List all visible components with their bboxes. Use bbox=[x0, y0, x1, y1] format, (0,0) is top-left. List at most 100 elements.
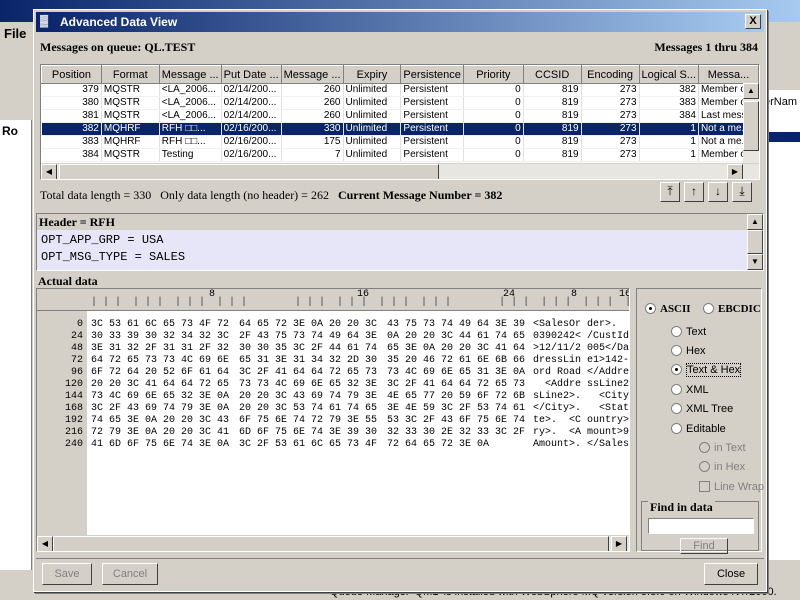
hex-bytes: 53 3C 2F 43 6F 75 6E 74 bbox=[387, 415, 526, 426]
table-row[interactable]: 380 MQSTR <LA_2006... 02/14/200... 260 Unlimi… bbox=[41, 96, 759, 110]
edit-in-text-label: in Text bbox=[714, 442, 746, 454]
table-cell: Persistent bbox=[400, 83, 464, 97]
ascii-text: ry>. <A mount>90 bbox=[533, 427, 630, 438]
header-scroll-down-icon[interactable]: ▼ bbox=[747, 254, 763, 270]
ascii-text: Amount>. </SalesO bbox=[533, 439, 630, 450]
column-header[interactable]: Position bbox=[41, 65, 102, 84]
down-arrow-icon: ↓ bbox=[715, 184, 721, 198]
table-cell: 273 bbox=[581, 122, 640, 136]
save-button[interactable]: Save bbox=[42, 563, 92, 585]
column-header[interactable]: Expiry bbox=[342, 65, 402, 84]
scroll-left-arrow-icon[interactable]: ◀ bbox=[41, 164, 57, 179]
queue-header: Messages on queue: QL.TEST Messages 1 th… bbox=[40, 40, 760, 56]
data-horizontal-scrollbar[interactable]: ◀ ▶ bbox=[37, 535, 629, 551]
hex-bytes: 74 65 3E 0A 20 20 3C 43 bbox=[91, 415, 230, 426]
next-message-button[interactable]: ↓ bbox=[708, 182, 728, 202]
hex-bytes: 32 33 30 2E 32 33 3C 2F bbox=[387, 427, 526, 438]
column-header[interactable]: Logical S... bbox=[638, 65, 699, 84]
table-cell: <LA_2006... bbox=[159, 96, 222, 110]
header-vertical-scrollbar[interactable]: ▲ ▼ bbox=[747, 214, 763, 270]
table-cell: <LA_2006... bbox=[159, 83, 222, 97]
table-row[interactable]: 379 MQSTR <LA_2006... 02/14/200... 260 Unlimi… bbox=[41, 83, 759, 97]
view-hex-radio[interactable]: Hex bbox=[671, 345, 706, 357]
messages-range: Messages 1 thru 384 bbox=[654, 40, 758, 54]
hex-bytes: 3E 4E 59 3C 2F 53 74 61 bbox=[387, 403, 526, 414]
table-cell: 02/14/200... bbox=[221, 83, 282, 97]
current-message-number: Current Message Number = 382 bbox=[337, 188, 503, 202]
edit-in-hex-radio[interactable]: in Hex bbox=[699, 461, 745, 473]
hex-bytes: 20 20 3C 41 64 64 72 65 bbox=[91, 379, 230, 390]
table-cell: 0 bbox=[463, 135, 524, 149]
last-arrow-icon: ⤓ bbox=[739, 184, 745, 198]
offset-label: 216 bbox=[64, 427, 83, 438]
messages-table: Position Format Message ... Put Date ... Mes… bbox=[40, 64, 760, 180]
table-cell: 0 bbox=[463, 122, 524, 136]
column-header[interactable]: Messa... bbox=[697, 65, 759, 84]
offset-label: 192 bbox=[64, 415, 83, 426]
table-cell: MQHRF bbox=[101, 135, 160, 149]
table-vertical-scrollbar[interactable]: ▲ bbox=[743, 83, 759, 163]
view-text-radio[interactable]: Text bbox=[671, 326, 706, 338]
hex-bytes: 30 30 35 3C 2F 44 61 74 bbox=[239, 343, 378, 354]
edit-in-text-radio[interactable]: in Text bbox=[699, 442, 746, 454]
column-header[interactable]: Format bbox=[100, 65, 160, 84]
close-window-button[interactable]: X bbox=[745, 14, 761, 29]
table-row[interactable]: 384 MQSTR Testing 02/16/200... 7 Unlimited Per… bbox=[41, 148, 759, 162]
view-xml-tree-radio[interactable]: XML Tree bbox=[671, 403, 733, 415]
column-header[interactable]: Priority bbox=[462, 65, 524, 84]
header-vscroll-thumb[interactable] bbox=[747, 230, 763, 254]
data-scroll-right-icon[interactable]: ▶ bbox=[611, 536, 627, 551]
cancel-button[interactable]: Cancel bbox=[102, 563, 158, 585]
ascii-radio[interactable]: ASCII bbox=[645, 303, 691, 315]
table-cell: 381 bbox=[41, 109, 102, 123]
column-header[interactable]: Put Date ... bbox=[220, 65, 282, 84]
scroll-right-arrow-icon[interactable]: ▶ bbox=[727, 164, 743, 179]
table-cell: 02/14/200... bbox=[221, 109, 282, 123]
view-editable-radio[interactable]: Editable bbox=[671, 423, 726, 435]
data-hscroll-thumb[interactable] bbox=[53, 536, 609, 551]
data-scroll-left-icon[interactable]: ◀ bbox=[37, 536, 53, 551]
first-message-button[interactable]: ⤒ bbox=[660, 182, 680, 202]
column-header[interactable]: Encoding bbox=[580, 65, 640, 84]
previous-message-button[interactable]: ↑ bbox=[684, 182, 704, 202]
find-input[interactable] bbox=[648, 518, 754, 534]
column-header[interactable]: Persistence bbox=[400, 65, 464, 84]
last-message-button[interactable]: ⤓ bbox=[732, 182, 752, 202]
hex-bytes: 64 65 72 3E 0A 20 20 3C bbox=[239, 319, 378, 330]
radio-icon bbox=[699, 461, 710, 472]
view-text-hex-radio[interactable]: Text & Hex bbox=[671, 363, 742, 377]
table-row[interactable]: 381 MQSTR <LA_2006... 02/14/200... 260 Unlimi… bbox=[41, 109, 759, 123]
ebcdic-radio[interactable]: EBCDIC bbox=[703, 303, 761, 315]
scroll-up-arrow-icon[interactable]: ▲ bbox=[743, 83, 759, 99]
line-wrap-checkbox[interactable]: Line Wrap bbox=[699, 481, 764, 493]
hex-bytes: 43 75 73 74 49 64 3E 39 bbox=[387, 319, 526, 330]
table-cell: 380 bbox=[41, 96, 102, 110]
table-cell: Persistent bbox=[400, 122, 464, 136]
column-header[interactable]: Message ... bbox=[280, 65, 344, 84]
queue-label: Messages on queue: QL.TEST bbox=[40, 40, 196, 54]
find-button[interactable]: Find bbox=[680, 538, 728, 554]
table-cell: 273 bbox=[581, 148, 640, 162]
table-row[interactable]: 383 MQHRF RFH □□... 02/16/200... 175 Unlimite… bbox=[41, 135, 759, 149]
hex-data-viewer[interactable]: 8 16 24 8 16 | | | | | | | | | | | | | |… bbox=[36, 288, 630, 552]
table-vscroll-thumb[interactable] bbox=[743, 101, 759, 151]
dialog-title-bar[interactable]: ▓ Advanced Data View X bbox=[36, 12, 764, 32]
offset-label: 120 bbox=[64, 379, 83, 390]
background-tree-root[interactable]: Ro bbox=[2, 124, 18, 138]
column-header[interactable]: Message ... bbox=[158, 65, 222, 84]
table-hscroll-thumb[interactable] bbox=[59, 164, 439, 179]
table-cell: 02/16/200... bbox=[221, 122, 282, 136]
header-scroll-up-icon[interactable]: ▲ bbox=[747, 214, 763, 230]
table-cell: 0 bbox=[463, 83, 524, 97]
hex-bytes: 73 4C 69 6E 65 32 3E 0A bbox=[91, 391, 230, 402]
table-row[interactable]: 382 MQHRF RFH □□... 02/16/200... 330 Unlimite… bbox=[41, 122, 759, 136]
column-header[interactable]: CCSID bbox=[522, 65, 582, 84]
table-horizontal-scrollbar[interactable]: ◀ ▶ bbox=[41, 163, 759, 179]
view-xml-radio[interactable]: XML bbox=[671, 384, 709, 396]
bottom-button-bar: Save Cancel Close bbox=[36, 558, 764, 588]
table-cell: 330 bbox=[281, 122, 344, 136]
hex-bytes: 4E 65 77 20 59 6F 72 6B bbox=[387, 391, 526, 402]
hex-bytes: 65 31 3E 31 34 32 2D 30 bbox=[239, 355, 378, 366]
table-cell: 819 bbox=[523, 122, 582, 136]
close-button[interactable]: Close bbox=[704, 563, 758, 585]
